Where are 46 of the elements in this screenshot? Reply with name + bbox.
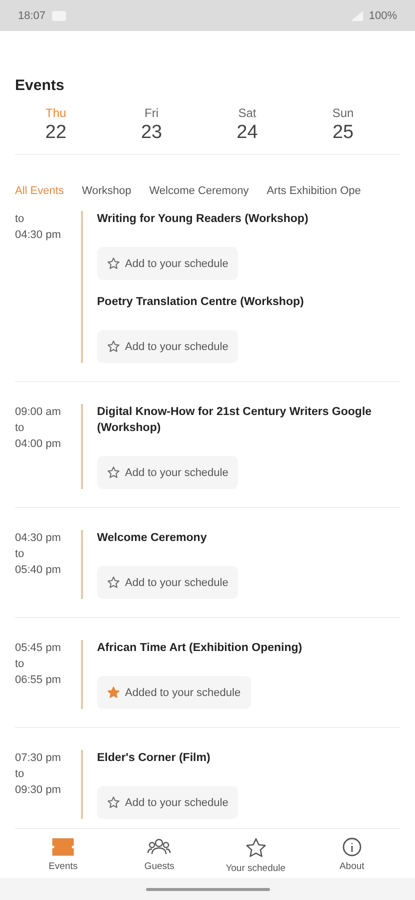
schedule-button[interactable]: Add to your schedule <box>97 247 238 280</box>
schedule-button[interactable]: Added to your schedule <box>97 676 251 709</box>
day-tab[interactable]: Thu 22 <box>45 106 66 144</box>
day-tab[interactable]: Sat 24 <box>236 106 258 144</box>
time-separator: to <box>15 657 26 672</box>
filter-tab[interactable]: Workshop <box>82 185 132 197</box>
schedule-button[interactable]: Add to your schedule <box>97 786 238 819</box>
signal-icon <box>350 10 363 20</box>
video-icon <box>52 10 66 20</box>
end-time: 05:40 pm <box>15 563 62 578</box>
ticket-icon <box>51 837 76 857</box>
time-separator: to <box>15 421 26 436</box>
end-time: 04:30 pm <box>15 228 62 243</box>
start-time: 05:45 pm <box>15 641 62 656</box>
event-title: African Time Art (Exhibition Opening) <box>97 641 302 656</box>
people-icon <box>147 837 172 857</box>
time-separator: to <box>15 767 26 782</box>
nav-tab[interactable]: About <box>306 837 397 874</box>
filter-tab[interactable]: Welcome Ceremony <box>149 185 249 197</box>
battery-level: 100% <box>368 10 397 22</box>
page-title: Events <box>15 77 66 94</box>
nav-tab[interactable]: Your schedule <box>210 837 301 874</box>
event-title: Digital Know-How for 21st Century Writers Google (Workshop) <box>97 405 373 436</box>
info-icon <box>342 837 362 857</box>
event-title: Poetry Translation Centre (Workshop) <box>97 295 304 310</box>
filter-tab[interactable]: Arts Exhibition Ope <box>266 185 361 197</box>
day-tab[interactable]: Sun 25 <box>332 106 354 144</box>
event-title: Elder's Corner (Film) <box>97 751 210 766</box>
end-time: 09:30 pm <box>15 783 62 798</box>
end-time: 06:55 pm <box>15 673 62 688</box>
day-tab[interactable]: Fri 23 <box>140 106 162 144</box>
schedule-button[interactable]: Add to your schedule <box>97 456 238 489</box>
start-time: 07:30 pm <box>15 751 62 766</box>
start-time: 09:00 am <box>15 405 62 420</box>
star-icon <box>244 837 267 859</box>
event-title: Welcome Ceremony <box>97 531 207 546</box>
schedule-button[interactable]: Add to your schedule <box>97 566 238 599</box>
nav-tab[interactable]: Events <box>18 837 108 874</box>
time-separator: to <box>15 212 26 227</box>
schedule-button[interactable]: Add to your schedule <box>97 330 238 363</box>
nav-tab[interactable]: Guests <box>114 837 204 874</box>
event-title: Writing for Young Readers (Workshop) <box>97 212 308 227</box>
status-time: 18:07 <box>18 10 46 22</box>
time-separator: to <box>15 547 26 562</box>
start-time: 04:30 pm <box>15 531 62 546</box>
end-time: 04:00 pm <box>15 437 62 452</box>
